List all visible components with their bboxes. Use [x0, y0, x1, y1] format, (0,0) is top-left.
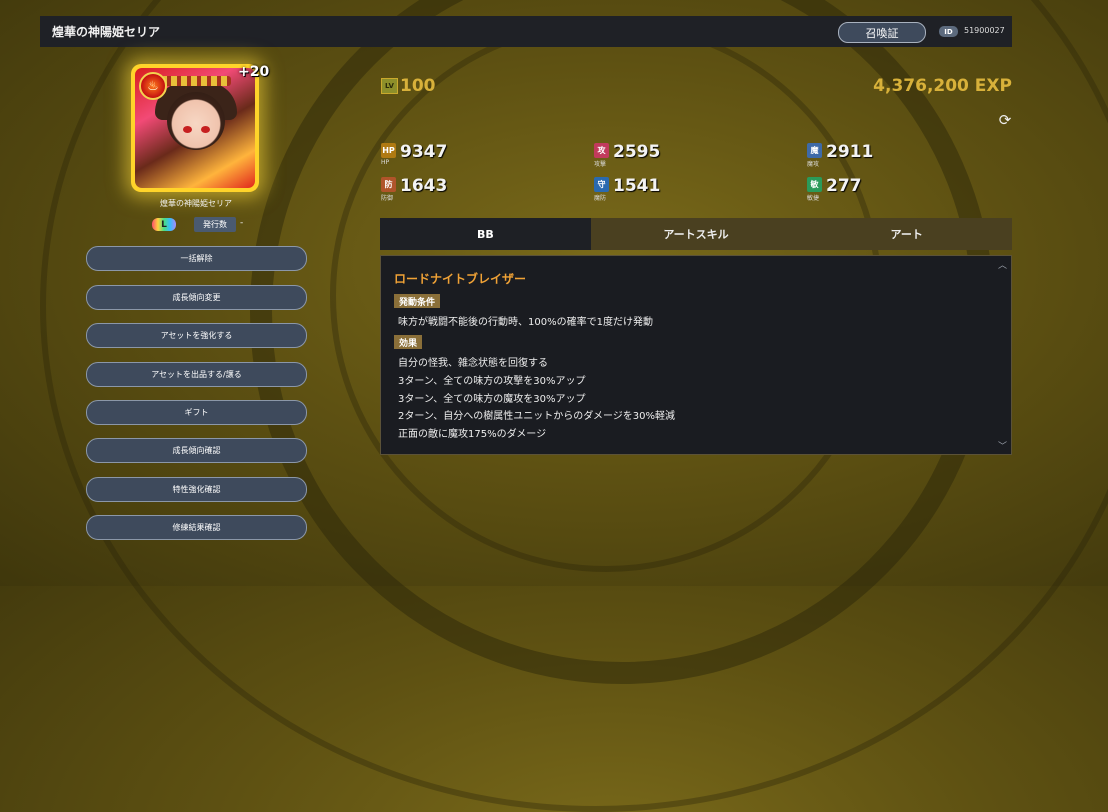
- magic-attack-icon: 魔: [807, 143, 822, 158]
- effect-line: 3ターン、全ての味方の魔攻を30%アップ: [398, 394, 586, 405]
- check-trait-button[interactable]: 特性強化確認: [86, 477, 307, 502]
- refresh-icon[interactable]: ⟳: [997, 112, 1013, 128]
- check-growth-button[interactable]: 成長傾向確認: [86, 438, 307, 463]
- stat-value: 277: [826, 176, 862, 196]
- skill-panel[interactable]: ︿ ロードナイトブレイザー 発動条件 味方が戦闘不能後の行動時、100%の確率で…: [380, 255, 1012, 455]
- effect-label: 効果: [394, 335, 423, 349]
- issued-count-value: -: [240, 218, 244, 228]
- stat-value: 1643: [400, 176, 448, 196]
- tab-art[interactable]: アート: [801, 218, 1012, 250]
- stat-label: 敏捷: [807, 195, 820, 202]
- effect-line: 正面の敵に魔攻175%のダメージ: [398, 429, 547, 440]
- header-bar: 煌華の神陽姫セリア 召喚証 ID 51900027: [40, 16, 1012, 47]
- exp-value: 4,376,200 EXP: [873, 76, 1012, 96]
- stat-label: 魔防: [594, 195, 607, 202]
- level-value: 100: [400, 76, 436, 96]
- rarity-icon: L: [152, 218, 176, 231]
- defense-icon: 防: [381, 177, 396, 192]
- id-value: 51900027: [964, 26, 1005, 35]
- chevron-down-icon[interactable]: ﹀: [998, 439, 1007, 452]
- condition-label: 発動条件: [394, 294, 441, 308]
- change-growth-button[interactable]: 成長傾向変更: [86, 285, 307, 310]
- effect-line: 自分の怪我、雑念状態を回復する: [398, 358, 548, 369]
- id-badge: ID: [939, 26, 958, 37]
- portrait-crown: [161, 76, 231, 86]
- summon-certificate-button[interactable]: 召喚証: [838, 22, 926, 43]
- check-training-button[interactable]: 修練結果確認: [86, 515, 307, 540]
- portrait-eye: [201, 126, 210, 133]
- bulk-release-button[interactable]: 一括解除: [86, 246, 307, 271]
- stat-label: 攻撃: [594, 161, 607, 168]
- skill-tabs: BB アートスキル アート: [380, 218, 1012, 250]
- fire-element-icon: ♨: [139, 72, 167, 100]
- stat-value: 9347: [400, 142, 448, 162]
- stat-value: 2595: [613, 142, 661, 162]
- stat-value: 2911: [826, 142, 874, 162]
- attack-icon: 攻: [594, 143, 609, 158]
- condition-text: 味方が戦闘不能後の行動時、100%の確率で1度だけ発動: [398, 317, 653, 328]
- portrait-face: [167, 92, 225, 150]
- issued-count-label: 発行数: [194, 217, 236, 232]
- unit-card: ♨: [131, 64, 259, 192]
- hp-icon: HP: [381, 143, 396, 158]
- portrait-eye: [183, 126, 192, 133]
- effect-line: 2ターン、自分への樹属性ユニットからのダメージを30%軽減: [398, 411, 675, 422]
- stat-label: 魔攻: [807, 161, 820, 168]
- stat-value: 1541: [613, 176, 661, 196]
- skill-name: ロードナイトブレイザー: [394, 272, 527, 286]
- effect-line: 3ターン、全ての味方の攻撃を30%アップ: [398, 376, 586, 387]
- agility-icon: 敏: [807, 177, 822, 192]
- stat-label: 防御: [381, 195, 394, 202]
- enhance-asset-button[interactable]: アセットを強化する: [86, 323, 307, 348]
- magic-defense-icon: 守: [594, 177, 609, 192]
- plus-value-badge: +20: [238, 64, 270, 80]
- page-title: 煌華の神陽姫セリア: [52, 25, 161, 39]
- unit-name: 煌華の神陽姫セリア: [160, 199, 232, 208]
- level-icon: LV: [381, 78, 398, 94]
- stat-label: HP: [381, 159, 390, 166]
- tab-bb[interactable]: BB: [380, 218, 591, 250]
- unit-portrait: ♨: [135, 68, 255, 188]
- list-transfer-asset-button[interactable]: アセットを出品する/譲る: [86, 362, 307, 387]
- gift-button[interactable]: ギフト: [86, 400, 307, 425]
- chevron-up-icon[interactable]: ︿: [998, 258, 1007, 271]
- tab-art-skill[interactable]: アートスキル: [591, 218, 802, 250]
